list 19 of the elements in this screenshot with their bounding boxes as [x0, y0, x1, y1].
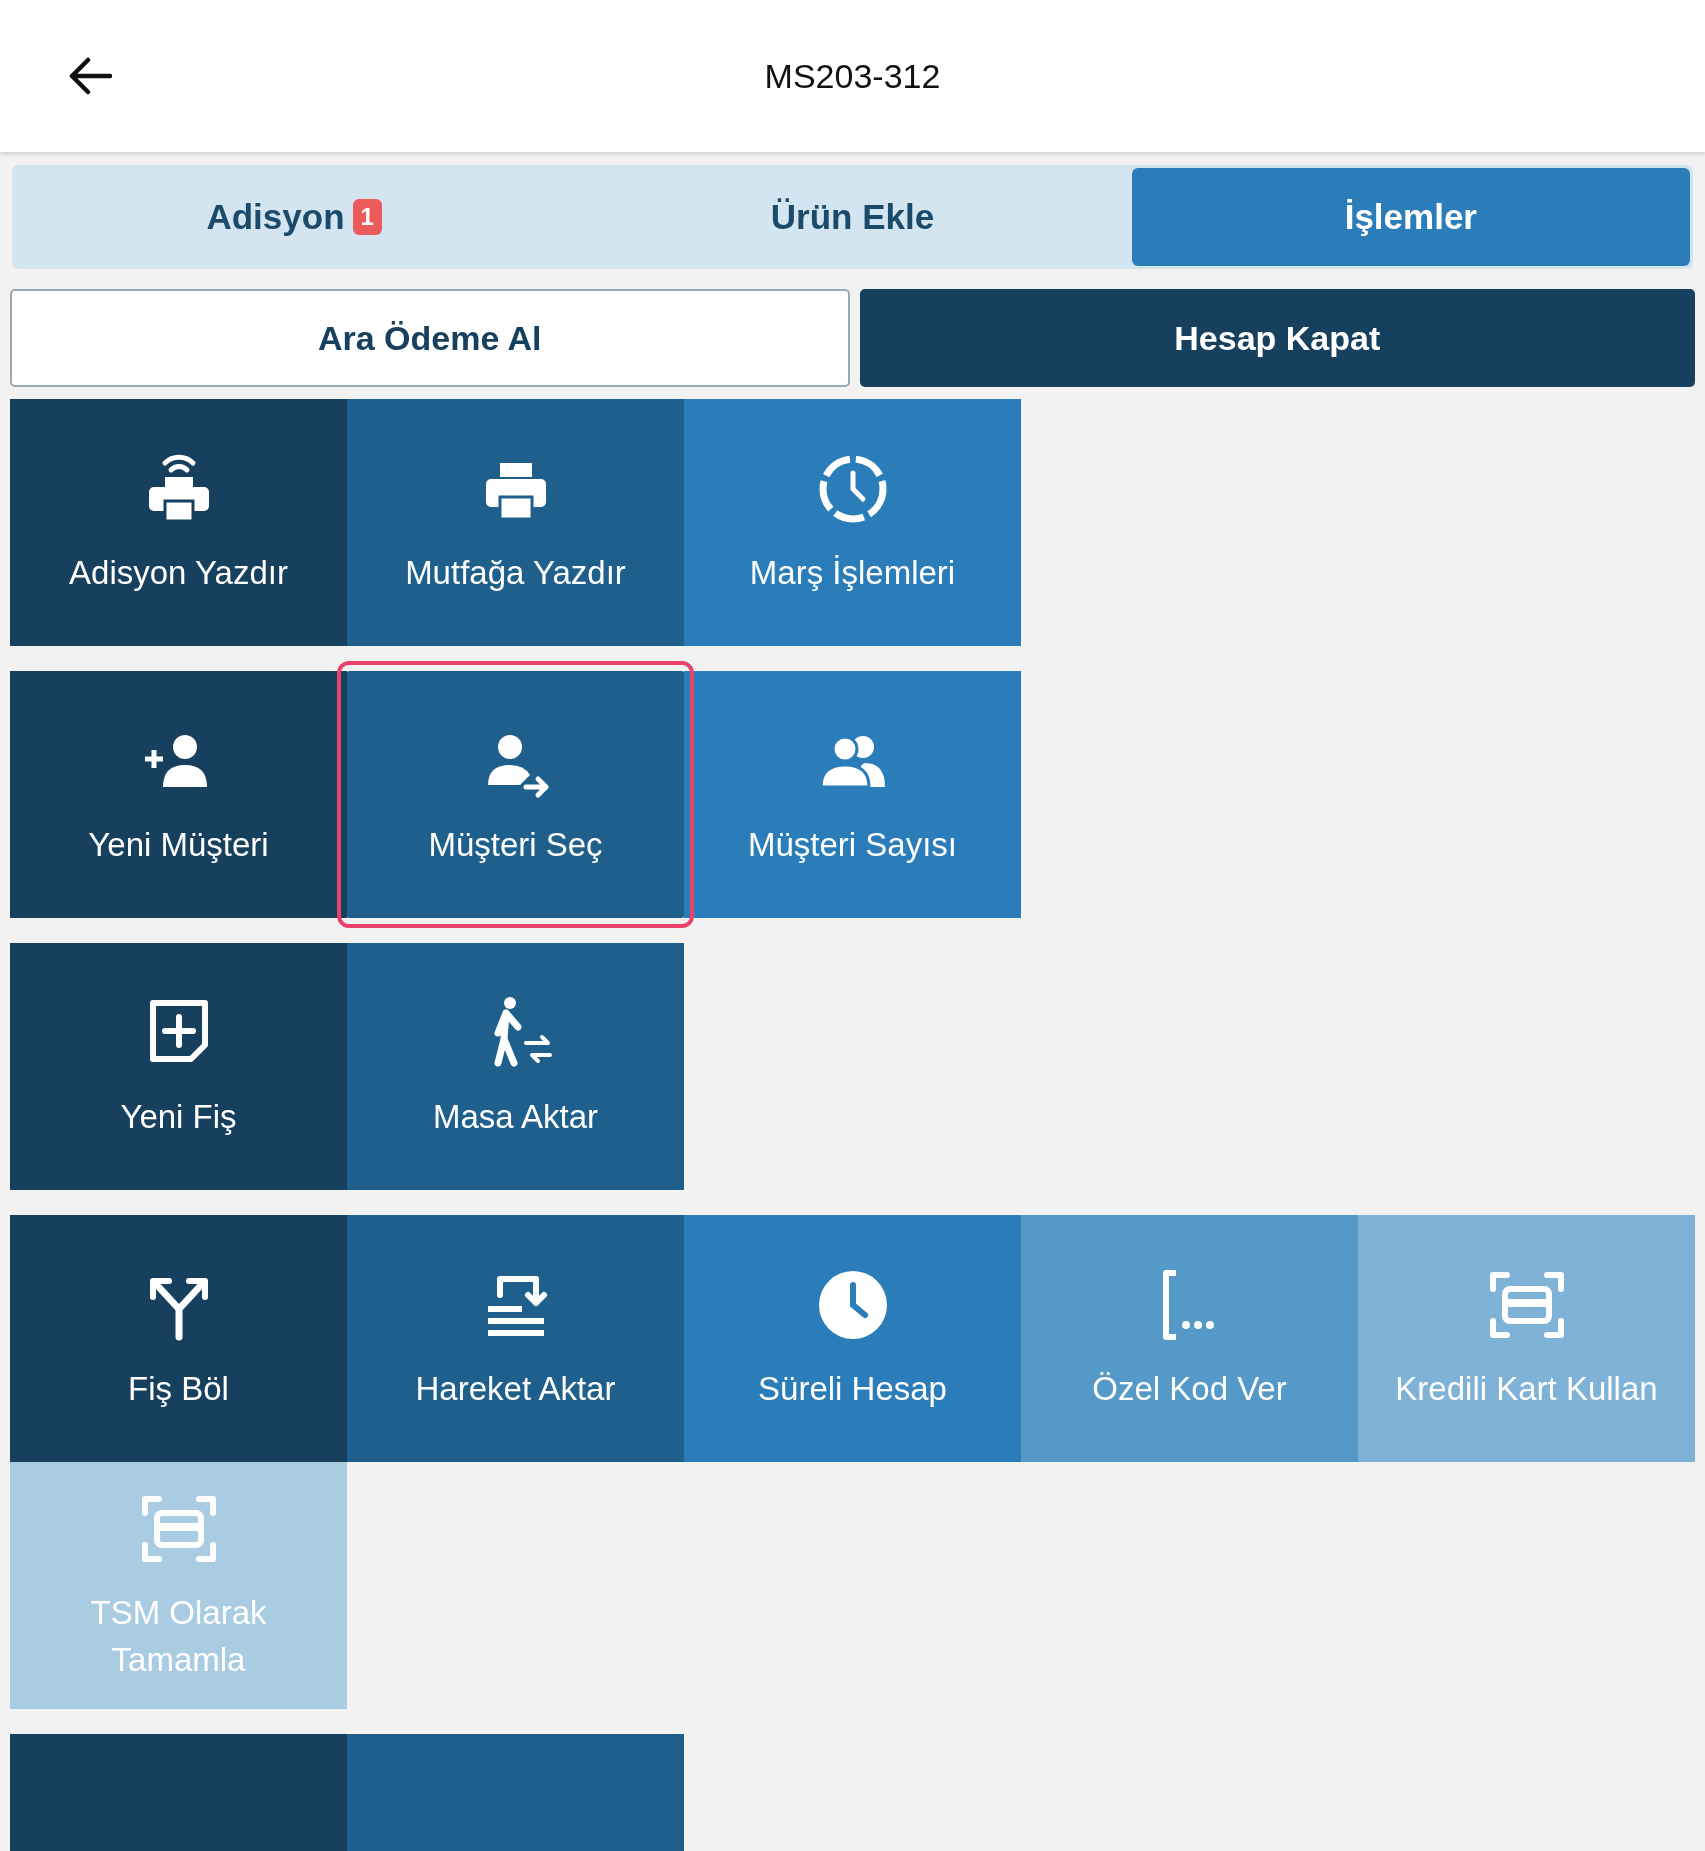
partial-payment-button[interactable]: Ara Ödeme Al	[10, 289, 850, 387]
action-tile[interactable]: Marş İşlemleri	[684, 399, 1021, 646]
action-tile[interactable]: Müşteri Seç	[347, 671, 684, 918]
action-tile[interactable]: Müşteri Sayısı	[684, 671, 1021, 918]
action-tile[interactable]: Masa Aktar	[347, 943, 684, 1190]
tab[interactable]: Adisyon 1	[15, 168, 574, 266]
action-tile[interactable]: Süreli Hesap	[684, 1215, 1021, 1462]
action-tile[interactable]: Hareket Aktar	[347, 1215, 684, 1462]
action-tile[interactable]: Fiş Böl	[10, 1215, 347, 1462]
tab[interactable]: İşlemler	[1131, 168, 1690, 266]
count-badge: 1	[352, 199, 382, 235]
tab[interactable]: Ürün Ekle	[573, 168, 1132, 266]
page-title: MS203-312	[764, 55, 941, 97]
action-tile[interactable]: Mutfağa Yazdır	[347, 399, 684, 646]
action-tile[interactable]: Yeni Müşteri	[10, 671, 347, 918]
action-tile[interactable]: Adisyon Yazdır	[10, 399, 347, 646]
back-arrow-icon[interactable]	[68, 56, 112, 96]
close-bill-button[interactable]: Hesap Kapat	[859, 289, 1695, 387]
action-tile[interactable]: Yeni Fiş	[10, 943, 347, 1190]
